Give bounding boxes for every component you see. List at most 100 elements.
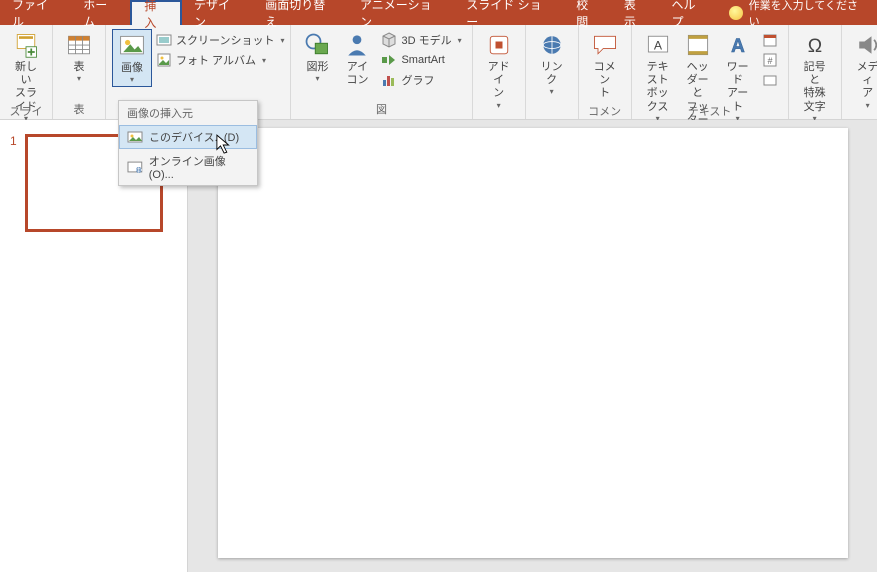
chart-label: グラフ: [401, 72, 434, 88]
chart-button[interactable]: グラフ: [379, 71, 463, 89]
insert-from-device[interactable]: このデバイス...(D): [119, 125, 257, 149]
slide-number: 1: [10, 134, 17, 232]
tab-insert[interactable]: 挿入: [130, 0, 182, 25]
picture-button[interactable]: 画像 ▾: [112, 29, 152, 87]
screenshot-icon: [156, 32, 172, 48]
media-button[interactable]: メディ ア ▾: [848, 29, 877, 112]
group-links-label: [532, 115, 572, 117]
device-picture-icon: [127, 129, 143, 145]
screenshot-button[interactable]: スクリーンショット ▾: [154, 31, 286, 49]
picture-insert-dropdown: 画像の挿入元 このデバイス...(D) オンライン画像(O)...: [118, 100, 258, 186]
comment-label: コメン ト: [589, 61, 621, 101]
link-button[interactable]: リン ク ▾: [532, 29, 572, 98]
table-icon: [64, 31, 94, 59]
chevron-down-icon: ▾: [77, 74, 81, 83]
svg-text:A: A: [731, 36, 745, 57]
chevron-down-icon: ▾: [315, 74, 319, 83]
group-tables: 表 ▾ 表: [53, 25, 106, 119]
icons-icon: [342, 31, 372, 59]
symbols-button[interactable]: Ω 記号と 特殊文字 ▾: [795, 29, 835, 125]
online-picture-icon: [127, 159, 143, 175]
group-tables-label: 表: [59, 99, 99, 117]
chevron-down-icon: ▾: [550, 87, 554, 96]
model3d-label: 3D モデル: [401, 32, 451, 48]
group-media-label: [848, 115, 877, 117]
model3d-button[interactable]: 3D モデル ▾: [379, 31, 463, 49]
chevron-down-icon: ▾: [280, 36, 284, 45]
media-label: メディ ア: [852, 61, 877, 101]
lightbulb-icon: [729, 6, 743, 20]
group-comments: コメン ト コメント: [579, 25, 632, 119]
group-links: リン ク ▾: [526, 25, 579, 119]
addins-label: アドイ ン: [483, 61, 515, 101]
group-symbols: Ω 記号と 特殊文字 ▾: [789, 25, 842, 119]
tab-view[interactable]: 表示: [612, 0, 660, 25]
speaker-icon: [853, 31, 877, 59]
new-slide-icon: [11, 31, 41, 59]
table-label: 表: [74, 61, 85, 74]
group-media: メディ ア ▾: [842, 25, 877, 119]
omega-icon: Ω: [800, 31, 830, 59]
table-button[interactable]: 表 ▾: [59, 29, 99, 85]
tab-home[interactable]: ホーム: [71, 0, 130, 25]
addins-button[interactable]: アドイ ン ▾: [479, 29, 519, 112]
group-slides: 新しい スライド ▾ スライド: [0, 25, 53, 119]
smartart-label: SmartArt: [401, 54, 444, 66]
shapes-button[interactable]: 図形 ▾: [297, 29, 337, 85]
textbox-icon: A: [643, 31, 673, 59]
insert-online-picture[interactable]: オンライン画像(O)...: [119, 149, 257, 185]
text-misc-2[interactable]: #: [760, 51, 780, 69]
text-misc-3[interactable]: [760, 71, 780, 89]
photo-album-icon: [156, 52, 172, 68]
group-illustrations-label: 図: [297, 99, 465, 117]
picture-icon: [117, 32, 147, 60]
chevron-down-icon: ▾: [130, 75, 134, 84]
chevron-down-icon: ▾: [458, 36, 462, 45]
smartart-button[interactable]: SmartArt: [379, 51, 463, 69]
svg-text:Ω: Ω: [807, 36, 821, 57]
slide-canvas[interactable]: [218, 128, 848, 558]
date-icon: [762, 32, 778, 48]
chevron-down-icon: ▾: [262, 56, 266, 65]
tab-help[interactable]: ヘルプ: [659, 0, 718, 25]
insert-from-device-label: このデバイス...(D): [149, 129, 239, 145]
shapes-label: 図形: [306, 61, 328, 74]
tab-file[interactable]: ファイル: [0, 0, 71, 25]
object-icon: [762, 72, 778, 88]
slide-number-icon: #: [762, 52, 778, 68]
group-symbols-label: [795, 115, 835, 117]
group-text: A テキスト ボックス ▾ ヘッダーと フッター A ワード アート ▾ # テ…: [632, 25, 789, 119]
tab-transitions[interactable]: 画面切り替え: [253, 0, 348, 25]
wordart-icon: A: [723, 31, 753, 59]
svg-text:A: A: [654, 38, 663, 52]
tell-me-search[interactable]: 作業を入力してください: [719, 0, 877, 25]
photo-album-button[interactable]: フォト アルバム ▾: [154, 51, 286, 69]
icons-button[interactable]: アイ コン: [337, 29, 377, 89]
link-label: リン ク: [541, 61, 563, 87]
tab-design[interactable]: デザイン: [182, 0, 253, 25]
tab-review[interactable]: 校閲: [564, 0, 612, 25]
chevron-down-icon: ▾: [866, 101, 870, 110]
text-misc-1[interactable]: [760, 31, 780, 49]
workspace: 1: [0, 120, 877, 572]
smartart-icon: [381, 52, 397, 68]
chart-icon: [381, 72, 397, 88]
icons-label: アイ コン: [346, 61, 368, 87]
slide-thumbnail-panel[interactable]: 1: [0, 120, 188, 572]
addins-icon: [484, 31, 514, 59]
comment-button[interactable]: コメン ト: [585, 29, 625, 103]
symbols-label: 記号と 特殊文字: [799, 61, 831, 114]
chevron-down-icon: ▾: [497, 101, 501, 110]
group-addins: アドイ ン ▾: [473, 25, 526, 119]
group-illustrations: 図形 ▾ アイ コン 3D モデル ▾ SmartArt: [291, 25, 472, 119]
screenshot-label: スクリーンショット: [176, 32, 274, 48]
slide-canvas-area[interactable]: [188, 120, 877, 572]
photo-album-label: フォト アルバム: [176, 52, 256, 68]
cube-icon: [381, 32, 397, 48]
picture-label: 画像: [121, 62, 143, 75]
comment-icon: [590, 31, 620, 59]
tab-slideshow[interactable]: スライド ショー: [454, 0, 564, 25]
tab-animations[interactable]: アニメーション: [348, 0, 454, 25]
svg-text:#: #: [767, 56, 772, 66]
header-footer-icon: [683, 31, 713, 59]
